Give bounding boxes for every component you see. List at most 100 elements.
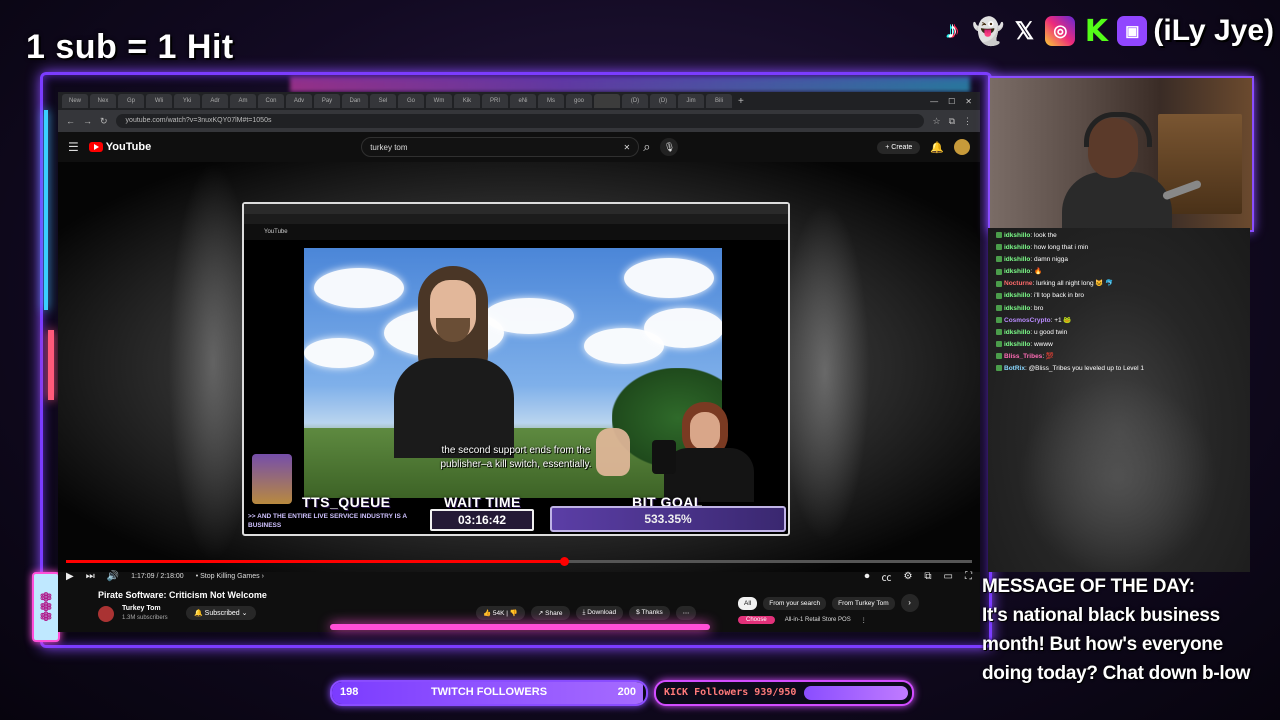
- minimize-icon[interactable]: —: [930, 97, 938, 106]
- more-actions-button[interactable]: ⋯: [675, 606, 697, 620]
- search-icon[interactable]: ⌕: [643, 139, 650, 155]
- chat-username[interactable]: idkshillo: [1004, 341, 1030, 348]
- browser-tab[interactable]: Sel: [370, 94, 396, 108]
- video-player[interactable]: YouTube the second support ends from the…: [58, 162, 980, 572]
- clear-search-icon[interactable]: ✕: [623, 143, 630, 152]
- browser-tab[interactable]: Wm: [426, 94, 452, 108]
- browser-tab[interactable]: Kik: [454, 94, 480, 108]
- fullscreen-icon[interactable]: ⛶: [965, 571, 972, 582]
- browser-tab[interactable]: Wli: [146, 94, 172, 108]
- back-icon[interactable]: ←: [66, 116, 75, 126]
- browser-tab[interactable]: Con: [258, 94, 284, 108]
- ad-text[interactable]: All-in-1 Retail Store POS: [785, 617, 851, 623]
- channel-name[interactable]: Turkey Tom: [122, 605, 161, 612]
- browser-tab[interactable]: (D): [650, 94, 676, 108]
- create-button[interactable]: + Create: [877, 140, 921, 154]
- chat-username[interactable]: idkshillo: [1004, 232, 1030, 239]
- cam-shelf: [1158, 114, 1242, 214]
- browser-tab[interactable]: Yki: [174, 94, 200, 108]
- browser-tab[interactable]: Jim: [678, 94, 704, 108]
- chat-text: : @Bliss_Tribes you leveled up to Level …: [1024, 365, 1145, 373]
- download-label: Download: [587, 609, 617, 616]
- like-count: 54K: [492, 610, 505, 617]
- chat-username[interactable]: Nocturne: [1004, 280, 1033, 287]
- hamburger-icon[interactable]: ☰: [68, 140, 79, 154]
- create-label: Create: [891, 143, 913, 151]
- browser-tab[interactable]: Pay: [314, 94, 340, 108]
- ad-banner: Choose All-in-1 Retail Store POS ⋮: [738, 616, 867, 624]
- notifications-bell-icon[interactable]: 🔔: [930, 141, 944, 154]
- chat-username[interactable]: Bliss_Tribes: [1004, 353, 1042, 360]
- extensions-icon[interactable]: ⧉: [949, 116, 955, 127]
- maximize-icon[interactable]: ☐: [948, 97, 955, 106]
- cam-person-body: [1062, 172, 1172, 230]
- browser-tab[interactable]: Ms: [538, 94, 564, 108]
- new-tab-button[interactable]: +: [738, 96, 744, 107]
- browser-tab[interactable]: eNi: [510, 94, 536, 108]
- mic-arm: [652, 440, 676, 474]
- bell-icon: 🔔: [194, 610, 203, 617]
- cloud: [624, 258, 714, 298]
- forward-icon[interactable]: →: [83, 116, 92, 126]
- chat-username[interactable]: idkshillo: [1004, 256, 1030, 263]
- microphone-icon[interactable]: 🎙: [660, 138, 679, 156]
- share-label: Share: [545, 610, 563, 617]
- kick-icon: K: [1084, 13, 1109, 49]
- browser-tab[interactable]: Bili: [706, 94, 732, 108]
- chat-username[interactable]: idkshillo: [1004, 244, 1030, 251]
- video-progress-bar[interactable]: [66, 557, 972, 566]
- browser-tab[interactable]: [594, 94, 620, 108]
- account-avatar[interactable]: [954, 139, 970, 155]
- miniplayer-icon[interactable]: ⧉: [924, 571, 931, 582]
- browser-tab[interactable]: goo: [566, 94, 592, 108]
- chat-username[interactable]: BotRix: [1004, 365, 1025, 372]
- browser-tab[interactable]: Gp: [118, 94, 144, 108]
- settings-gear-icon[interactable]: ⚙: [903, 571, 912, 582]
- close-icon[interactable]: ✕: [965, 97, 972, 106]
- bookmark-icon[interactable]: ☆: [932, 116, 940, 127]
- chapter-label[interactable]: • Stop Killing Games ›: [196, 573, 264, 580]
- browser-tab[interactable]: Go: [398, 94, 424, 108]
- autoplay-toggle-icon[interactable]: ⏺: [864, 571, 869, 582]
- captions-icon[interactable]: ㏄: [881, 569, 891, 584]
- browser-tab[interactable]: New: [62, 94, 88, 108]
- menu-icon[interactable]: ⋮: [963, 116, 972, 127]
- search-input[interactable]: turkey tom ✕: [361, 137, 640, 157]
- like-button[interactable]: 👍 54K | 👎: [476, 606, 525, 620]
- browser-tab[interactable]: Nex: [90, 94, 116, 108]
- chip-from-channel[interactable]: From Turkey Tom: [832, 596, 895, 610]
- share-button[interactable]: ↗ Share: [530, 606, 570, 620]
- play-icon[interactable]: ▶: [66, 571, 74, 582]
- wait-time-label: WAIT TIME: [444, 494, 521, 510]
- youtube-logo[interactable]: YouTube: [88, 141, 151, 153]
- chat-username[interactable]: idkshillo: [1004, 305, 1030, 312]
- browser-tab[interactable]: Adr: [202, 94, 228, 108]
- chip-next-icon[interactable]: ›: [900, 594, 919, 612]
- url-field[interactable]: youtube.com/watch?v=3nuxKQY07lM#t=1050s: [115, 114, 925, 128]
- chip-all[interactable]: All: [738, 596, 758, 610]
- chat-username[interactable]: idkshillo: [1004, 268, 1030, 275]
- related-chips: All From your search From Turkey Tom ›: [738, 594, 919, 612]
- ad-choose-button[interactable]: Choose: [738, 616, 775, 624]
- ad-more-icon[interactable]: ⋮: [861, 617, 867, 624]
- subscribed-button[interactable]: 🔔 Subscribed ⌄: [186, 606, 256, 620]
- browser-tab[interactable]: Am: [230, 94, 256, 108]
- chip-from-your-search[interactable]: From your search: [763, 596, 827, 610]
- thumbs-down-icon: 👎: [509, 610, 518, 617]
- reload-icon[interactable]: ↻: [100, 116, 108, 127]
- browser-tab[interactable]: Adv: [286, 94, 312, 108]
- browser-tab[interactable]: Dan: [342, 94, 368, 108]
- volume-icon[interactable]: 🔊: [107, 571, 119, 582]
- chat-username[interactable]: idkshillo: [1004, 329, 1030, 336]
- download-button[interactable]: ⤓ Download: [575, 606, 624, 620]
- browser-tab[interactable]: (D): [622, 94, 648, 108]
- channel-avatar[interactable]: [98, 606, 114, 622]
- next-icon[interactable]: ⏭: [86, 571, 95, 582]
- kick-goal-label: KICK Followers 939/950: [664, 687, 797, 698]
- browser-tab[interactable]: PRI: [482, 94, 508, 108]
- theater-icon[interactable]: ▭: [944, 571, 953, 582]
- chat-username[interactable]: idkshillo: [1004, 292, 1030, 299]
- mini-sticker-icon: [252, 454, 292, 504]
- thanks-button[interactable]: $ Thanks: [629, 606, 670, 620]
- chat-username[interactable]: CosmosCrypto: [1004, 317, 1051, 324]
